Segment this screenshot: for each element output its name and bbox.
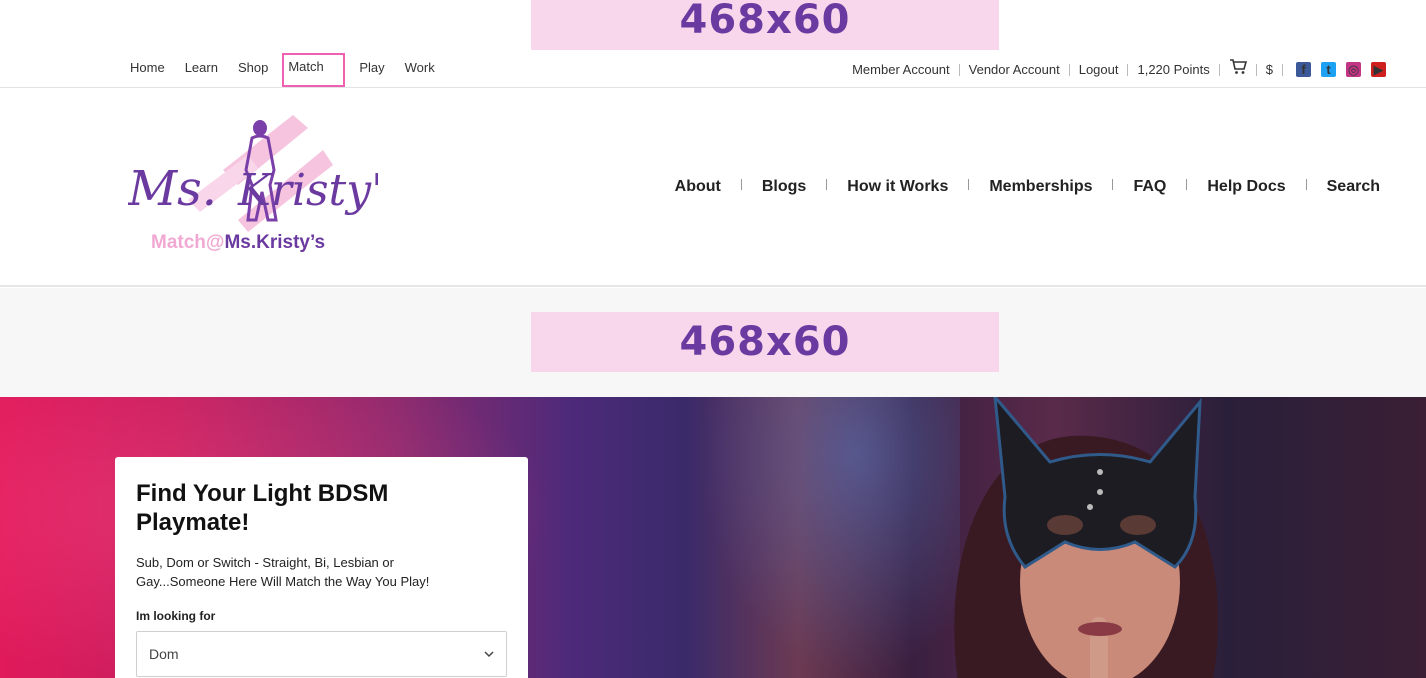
topnav-shop[interactable]: Shop (238, 59, 268, 85)
looking-for-label: Im looking for (136, 609, 216, 623)
logo-subtitle-prefix: Match (151, 232, 206, 253)
topnav-match[interactable]: Match (282, 53, 346, 87)
logo-subtitle-at: @ (205, 232, 225, 253)
hero-masked-woman-image (954, 397, 1218, 678)
instagram-icon[interactable]: ◎ (1346, 62, 1361, 77)
cart-button[interactable] (1229, 59, 1247, 80)
divider (1186, 178, 1188, 190)
topnav-play[interactable]: Play (359, 59, 384, 85)
logo-subtitle-suffix: Ms.Kristy’s (224, 232, 326, 253)
logout-link[interactable]: Logout (1079, 61, 1119, 79)
member-account-link[interactable]: Member Account (852, 61, 950, 79)
nav-help-docs[interactable]: Help Docs (1207, 178, 1285, 196)
currency-button[interactable]: $ (1266, 61, 1273, 79)
middle-ad-banner[interactable]: 468x60 (531, 312, 999, 372)
nav-how-it-works[interactable]: How it Works (847, 178, 948, 196)
nav-about[interactable]: About (675, 178, 721, 196)
topnav-work[interactable]: Work (405, 59, 435, 85)
divider (1112, 178, 1114, 190)
divider (958, 63, 960, 76)
facebook-icon[interactable]: f (1296, 62, 1311, 77)
points-link[interactable]: 1,220 Points (1137, 61, 1209, 79)
cart-icon (1229, 59, 1247, 74)
topnav-learn[interactable]: Learn (185, 59, 218, 85)
top-nav-right: Member Account Vendor Account Logout 1,2… (852, 59, 1386, 80)
divider (968, 178, 970, 190)
divider (1305, 178, 1307, 190)
hero-subtitle: Sub, Dom or Switch - Straight, Bi, Lesbi… (136, 555, 430, 589)
top-nav-left: Home Learn Shop Match Play Work (130, 53, 455, 87)
nav-faq[interactable]: FAQ (1133, 178, 1166, 196)
topnav-home[interactable]: Home (130, 59, 165, 85)
top-ad-label: 468x60 (679, 0, 851, 43)
svg-text:Kristy's: Kristy's (237, 165, 378, 216)
vendor-account-link[interactable]: Vendor Account (969, 61, 1060, 79)
chevron-down-icon (484, 651, 494, 658)
looking-for-value: Dom (149, 646, 179, 662)
nav-memberships[interactable]: Memberships (989, 178, 1092, 196)
nav-blogs[interactable]: Blogs (762, 178, 806, 196)
divider (1255, 63, 1257, 76)
divider (740, 178, 742, 190)
divider (826, 178, 828, 190)
svg-text:Ms.: Ms. (128, 161, 217, 217)
looking-for-select[interactable]: Dom (136, 631, 507, 677)
main-nav: About Blogs How it Works Memberships FAQ… (675, 178, 1380, 196)
nav-search[interactable]: Search (1327, 178, 1380, 196)
divider (1068, 63, 1070, 76)
youtube-icon[interactable]: ▶ (1371, 62, 1386, 77)
match-search-card: Find Your Light BDSM Playmate! Sub, Dom … (115, 457, 528, 678)
top-nav-bar: Home Learn Shop Match Play Work Member A… (0, 50, 1426, 88)
divider (1218, 63, 1220, 76)
middle-ad-label: 468x60 (679, 319, 851, 365)
logo-subtitle: Match@Ms.Kristy’s (151, 232, 325, 254)
top-ad-banner[interactable]: 468x60 (531, 0, 999, 50)
divider (1282, 63, 1283, 76)
site-header: Ms. Kristy's Match@Ms.Kristy’s About Blo… (0, 88, 1426, 287)
divider (1127, 63, 1129, 76)
hero-title: Find Your Light BDSM Playmate! (136, 480, 389, 536)
twitter-icon[interactable]: t (1321, 62, 1336, 77)
